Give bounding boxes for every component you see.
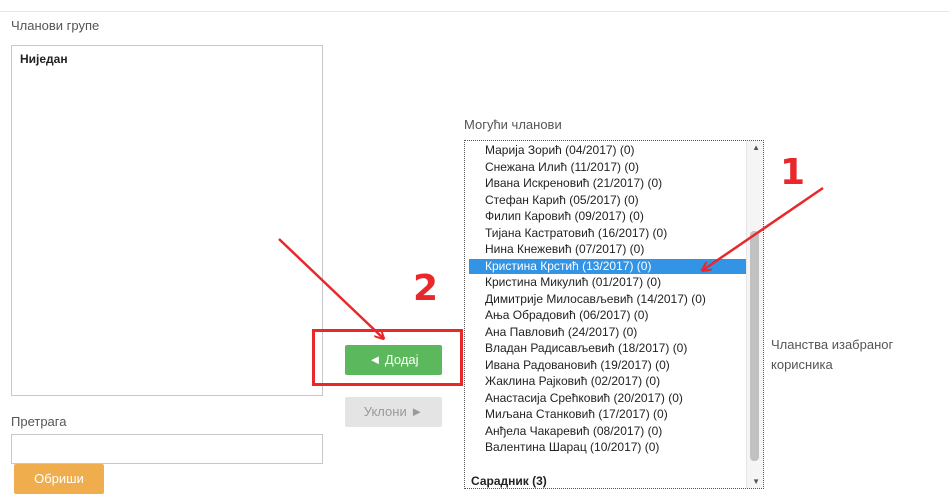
list-item[interactable]: Валентина Шарац (10/2017) (0): [485, 440, 755, 455]
list-item[interactable]: Ана Павловић (24/2017) (0): [485, 325, 755, 340]
group-members-list[interactable]: Ниједан: [11, 45, 323, 396]
potential-members-list[interactable]: Марија Зорић (04/2017) (0) Снежана Илић (…: [464, 140, 764, 489]
list-item[interactable]: Тијана Кастратовић (16/2017) (0): [485, 226, 755, 241]
list-item[interactable]: Владан Радисављевић (18/2017) (0): [485, 341, 755, 356]
list-item[interactable]: Филип Каровић (09/2017) (0): [485, 209, 755, 224]
members-title: Чланови групе: [11, 18, 100, 33]
list-item[interactable]: Ивана Радовановић (19/2017) (0): [485, 358, 755, 373]
list-item[interactable]: Стефан Карић (05/2017) (0): [485, 193, 755, 208]
scroll-thumb[interactable]: [750, 231, 759, 461]
clear-button[interactable]: Обриши: [14, 464, 104, 494]
search-label: Претрага: [11, 414, 67, 429]
scroll-up-icon[interactable]: ▲: [752, 143, 760, 152]
list-item[interactable]: Нина Кнежевић (07/2017) (0): [485, 242, 755, 257]
list-item[interactable]: Миљана Станковић (17/2017) (0): [485, 407, 755, 422]
list-item[interactable]: Ања Обрадовић (06/2017) (0): [485, 308, 755, 323]
memberships-label-line1: Чланства изабраног: [771, 337, 894, 352]
annotation-number-1: 1: [780, 152, 806, 193]
list-item[interactable]: Анђела Чакаревић (08/2017) (0): [485, 424, 755, 439]
list-item[interactable]: Димитрије Милосављевић (14/2017) (0): [485, 292, 755, 307]
list-item[interactable]: Ивана Искреновић (21/2017) (0): [485, 176, 755, 191]
list-item-selected[interactable]: Кристина Крстић (13/2017) (0): [469, 258, 755, 274]
top-divider: [0, 11, 949, 12]
memberships-label-line2: корисника: [771, 357, 833, 372]
memberships-label: Чланства изабраног корисника: [771, 335, 893, 375]
members-empty-text: Ниједан: [20, 52, 68, 66]
annotation-number-2: 2: [413, 268, 439, 309]
search-input[interactable]: [11, 434, 323, 464]
list-item[interactable]: Кристина Микулић (01/2017) (0): [485, 275, 755, 290]
potential-members-title: Могући чланови: [464, 117, 562, 132]
remove-button[interactable]: Уклони ►: [345, 397, 442, 427]
list-item[interactable]: Снежана Илић (11/2017) (0): [485, 160, 755, 175]
list-item[interactable]: Жаклина Рајковић (02/2017) (0): [485, 374, 755, 389]
list-item[interactable]: Анастасија Срећковић (20/2017) (0): [485, 391, 755, 406]
annotation-highlight-box: [312, 329, 463, 386]
list-scrollbar[interactable]: ▲ ▼: [746, 141, 763, 488]
scroll-down-icon[interactable]: ▼: [752, 477, 760, 486]
list-group-header: Сарадник (3): [471, 474, 547, 488]
list-item[interactable]: Марија Зорић (04/2017) (0): [485, 143, 755, 158]
